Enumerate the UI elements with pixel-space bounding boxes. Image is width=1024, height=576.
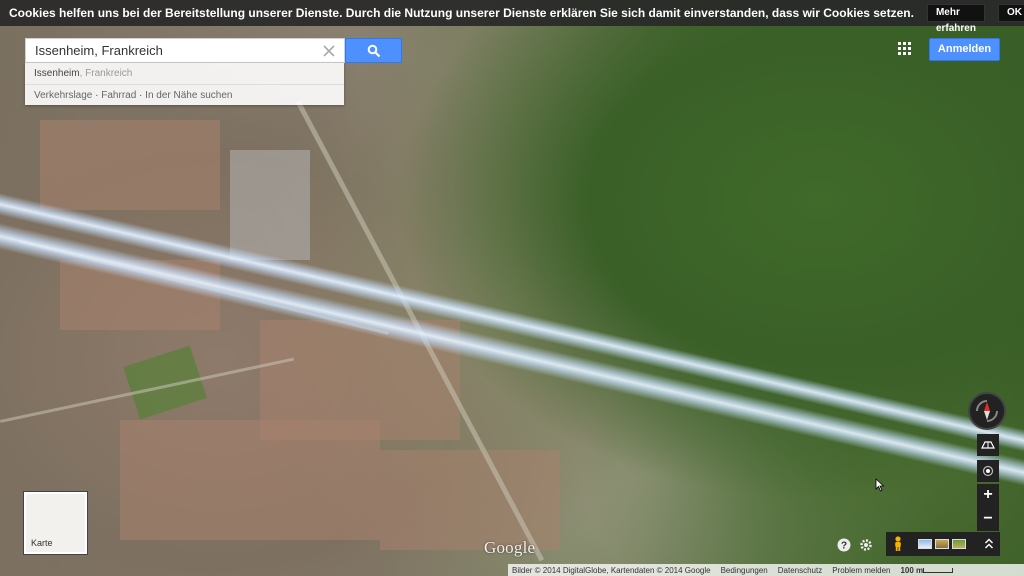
report-problem-link[interactable]: Problem melden	[828, 566, 896, 575]
search-nearby-link[interactable]: In der Nähe suchen	[145, 90, 232, 101]
my-location-button[interactable]	[977, 460, 999, 482]
suggestion-place[interactable]: Issenheim, Frankreich	[25, 63, 344, 84]
cookie-banner: Cookies helfen uns bei der Bereitstellun…	[0, 0, 1024, 34]
suggestion-actions: Verkehrslage · Fahrrad · In der Nähe suc…	[25, 84, 344, 105]
zoom-control: + −	[977, 484, 999, 531]
bicycle-link[interactable]: Fahrrad	[101, 90, 136, 101]
separator: ·	[92, 90, 102, 101]
help-icon[interactable]: ?	[837, 538, 851, 552]
cookie-ok-button[interactable]: OK	[997, 4, 1024, 22]
mouse-cursor-icon	[875, 478, 885, 492]
scale-label: 100 m	[900, 565, 924, 575]
sports-field	[123, 345, 207, 420]
search-input[interactable]	[35, 43, 315, 58]
search-suggestions: Issenheim, Frankreich Verkehrslage · Fah…	[25, 63, 344, 105]
search-icon	[367, 44, 380, 57]
tilt-icon	[981, 441, 995, 449]
building-block	[230, 150, 310, 260]
chevron-up-icon[interactable]	[984, 537, 994, 551]
tilt-button[interactable]	[977, 434, 999, 456]
building-block	[40, 120, 220, 210]
street-view-panel[interactable]	[886, 532, 1000, 556]
map-footer: Bilder © 2014 DigitalGlobe, Kartendaten …	[508, 564, 1024, 576]
cookie-message: Cookies helfen uns bei der Bereitstellun…	[9, 6, 914, 20]
suggestion-place-country: , Frankreich	[79, 68, 133, 79]
search-box	[25, 38, 345, 63]
signin-button[interactable]: Anmelden	[929, 38, 1000, 61]
map-layer-switcher[interactable]: Karte	[24, 492, 87, 554]
compass-needle	[976, 400, 998, 422]
photo-thumbnail[interactable]	[935, 539, 949, 549]
gear-icon[interactable]	[859, 538, 873, 552]
attribution-text: Bilder © 2014 DigitalGlobe, Kartendaten …	[512, 565, 711, 575]
scale-bar	[923, 567, 954, 573]
compass-icon[interactable]	[968, 392, 1006, 430]
search-button[interactable]	[345, 38, 402, 63]
traffic-link[interactable]: Verkehrslage	[34, 90, 92, 101]
svg-text:?: ?	[841, 541, 847, 552]
terms-link[interactable]: Bedingungen	[717, 566, 774, 575]
google-logo: Google	[484, 538, 536, 557]
privacy-link[interactable]: Datenschutz	[774, 566, 828, 575]
suggestion-place-name: Issenheim	[34, 68, 80, 79]
pegman-icon[interactable]	[893, 536, 903, 552]
zoom-out-button[interactable]: −	[977, 508, 999, 531]
zoom-in-button[interactable]: +	[977, 484, 999, 507]
building-block	[380, 450, 560, 550]
layer-label: Karte	[31, 538, 53, 548]
separator: ·	[136, 90, 146, 101]
photo-thumbnail[interactable]	[918, 539, 932, 549]
photo-thumbnail[interactable]	[952, 539, 966, 549]
apps-grid-icon[interactable]	[898, 42, 912, 56]
my-location-icon	[982, 465, 994, 477]
close-icon[interactable]	[322, 44, 336, 58]
building-block	[120, 420, 380, 540]
learn-more-button[interactable]: Mehr erfahren	[926, 4, 985, 34]
